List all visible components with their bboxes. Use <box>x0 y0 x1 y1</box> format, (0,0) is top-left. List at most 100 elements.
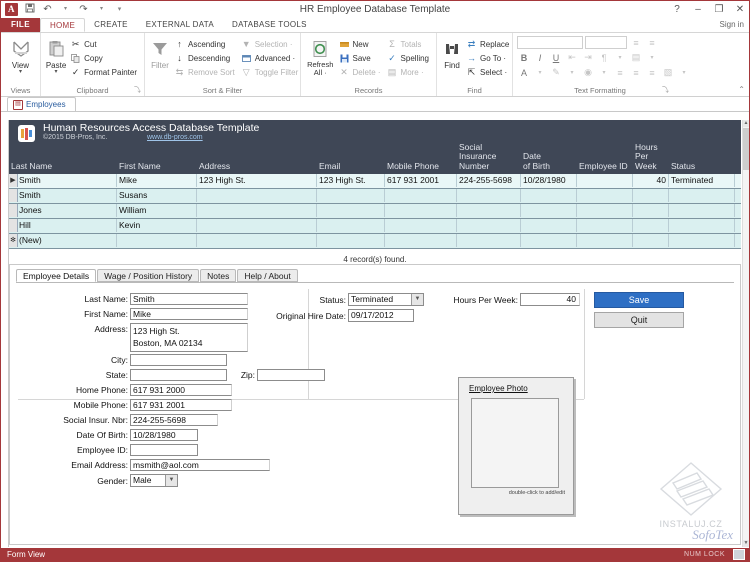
close-button[interactable]: ✕ <box>734 4 746 15</box>
column-header-2[interactable]: Address <box>199 162 316 172</box>
employee-photo-panel[interactable]: Employee Photo double-click to add/edit <box>458 377 574 515</box>
navigation-pane-collapsed[interactable] <box>1 120 9 547</box>
scrollbar-thumb[interactable] <box>743 128 749 170</box>
date-of-birth-field[interactable]: 10/28/1980 <box>130 429 198 441</box>
table-cell[interactable] <box>669 234 735 247</box>
column-header-4[interactable]: Mobile Phone <box>387 162 456 172</box>
align-right-icon[interactable]: ≡ <box>645 66 659 80</box>
table-cell[interactable] <box>457 219 521 232</box>
table-cell[interactable]: 123 High St. <box>197 174 317 187</box>
highlight-dropdown-icon[interactable]: ▾ <box>565 66 579 80</box>
table-cell[interactable] <box>521 204 577 217</box>
hours-per-week-field[interactable]: 40 <box>520 293 580 306</box>
tab-notes[interactable]: Notes <box>200 269 236 282</box>
column-header-9[interactable]: Status <box>671 162 734 172</box>
table-cell[interactable] <box>669 189 735 202</box>
alternate-row-color-dropdown-icon[interactable]: ▾ <box>677 66 691 80</box>
numbering-icon[interactable]: ≡ <box>645 36 659 50</box>
table-cell[interactable] <box>521 234 577 247</box>
tab-employee-details[interactable]: Employee Details <box>16 269 96 282</box>
alternate-row-color-icon[interactable]: ▧ <box>661 66 675 80</box>
table-cell[interactable] <box>385 204 457 217</box>
email-address-field[interactable]: msmith@aol.com <box>130 459 270 471</box>
table-cell[interactable]: Terminated <box>669 174 735 187</box>
bold-icon[interactable]: B <box>517 51 531 65</box>
table-cell[interactable] <box>577 204 633 217</box>
collapse-ribbon-icon[interactable]: ⌃ <box>738 85 745 94</box>
table-cell[interactable] <box>577 189 633 202</box>
restore-button[interactable]: ❐ <box>713 4 725 15</box>
table-row[interactable]: ✻(New) <box>9 234 741 249</box>
table-cell[interactable] <box>385 189 457 202</box>
table-cell[interactable] <box>197 204 317 217</box>
fill-color-dropdown-icon[interactable]: ▾ <box>597 66 611 80</box>
align-center-icon[interactable]: ≡ <box>629 66 643 80</box>
table-cell[interactable] <box>633 234 669 247</box>
table-cell[interactable]: Smith <box>17 189 117 202</box>
city-field[interactable] <box>130 354 227 366</box>
table-cell[interactable] <box>457 189 521 202</box>
gridlines-icon[interactable]: ▤ <box>629 51 643 65</box>
chevron-down-icon[interactable]: ▼ <box>411 294 423 305</box>
help-button[interactable]: ? <box>671 4 683 15</box>
table-cell[interactable] <box>197 234 317 247</box>
layout-view-icon[interactable] <box>733 549 745 560</box>
font-color-icon[interactable]: A <box>517 66 531 80</box>
table-cell[interactable] <box>317 219 385 232</box>
table-cell[interactable] <box>317 234 385 247</box>
more-button[interactable]: ▤ More · <box>384 65 432 79</box>
column-header-1[interactable]: First Name <box>119 162 196 172</box>
table-cell[interactable]: Jones <box>17 204 117 217</box>
table-cell[interactable]: Smith <box>17 174 117 187</box>
table-cell[interactable]: Kevin <box>117 219 197 232</box>
view-button[interactable]: View ▾ <box>5 36 36 75</box>
tab-database-tools[interactable]: DATABASE TOOLS <box>223 18 316 32</box>
table-cell[interactable] <box>669 204 735 217</box>
italic-icon[interactable]: I <box>533 51 547 65</box>
font-name-combo[interactable] <box>517 36 583 49</box>
delete-record-button[interactable]: ✕ Delete · <box>336 65 384 79</box>
address-field[interactable]: 123 High St. Boston, MA 02134 <box>130 323 248 352</box>
text-formatting-dialog-launcher-icon[interactable]: ⤵ <box>662 85 669 95</box>
format-painter-button[interactable]: ✓ Format Painter <box>67 65 140 79</box>
paste-button[interactable]: Paste ▾ <box>45 36 67 75</box>
toggle-filter-button[interactable]: ▽ Toggle Filter <box>238 65 302 79</box>
table-cell[interactable]: 617 931 2001 <box>385 174 457 187</box>
rtl-icon[interactable]: ¶ <box>597 51 611 65</box>
table-cell[interactable] <box>577 234 633 247</box>
table-cell[interactable] <box>197 219 317 232</box>
rtl-dropdown-icon[interactable]: ▾ <box>613 51 627 65</box>
gender-combo[interactable]: Male ▼ <box>130 474 178 487</box>
chevron-down-icon[interactable]: ▼ <box>165 475 177 486</box>
remove-sort-button[interactable]: ⇆ Remove Sort <box>171 65 238 79</box>
table-cell[interactable] <box>457 204 521 217</box>
table-row[interactable]: ▶SmithMike123 High St.123 High St.617 93… <box>9 174 741 189</box>
document-tab-employees[interactable]: ▤ Employees <box>7 97 76 111</box>
column-header-7[interactable]: Employee ID <box>579 162 632 172</box>
quit-button[interactable]: Quit <box>594 312 684 328</box>
vertical-scrollbar[interactable]: ▲ ▼ <box>742 120 749 547</box>
tab-external-data[interactable]: EXTERNAL DATA <box>137 18 223 32</box>
table-cell[interactable] <box>317 204 385 217</box>
table-row[interactable]: SmithSusans <box>9 189 741 204</box>
paste-dropdown-icon[interactable]: ▾ <box>55 70 58 75</box>
column-header-0[interactable]: Last Name <box>11 162 116 172</box>
fill-color-icon[interactable]: ◉ <box>581 66 595 80</box>
sort-ascending-button[interactable]: ↑ Ascending <box>171 37 238 51</box>
align-left-icon[interactable]: ≡ <box>613 66 627 80</box>
cut-button[interactable]: ✂ Cut <box>67 37 140 51</box>
tab-wage-position-history[interactable]: Wage / Position History <box>97 269 199 282</box>
copy-button[interactable]: Copy <box>67 51 140 65</box>
status-combo[interactable]: Terminated ▼ <box>348 293 424 306</box>
sort-descending-button[interactable]: ↓ Descending <box>171 51 238 65</box>
goto-button[interactable]: → Go To · <box>463 51 512 65</box>
table-cell[interactable]: 224-255-5698 <box>457 174 521 187</box>
table-cell[interactable]: (New) <box>17 234 117 247</box>
zip-field[interactable] <box>257 369 325 381</box>
scroll-up-icon[interactable]: ▲ <box>743 120 749 127</box>
table-cell[interactable]: Mike <box>117 174 197 187</box>
social-insurance-field[interactable]: 224-255-5698 <box>130 414 218 426</box>
tab-home[interactable]: HOME <box>40 18 85 32</box>
tab-help-about[interactable]: Help / About <box>237 269 297 282</box>
view-dropdown-icon[interactable]: ▾ <box>19 70 22 75</box>
